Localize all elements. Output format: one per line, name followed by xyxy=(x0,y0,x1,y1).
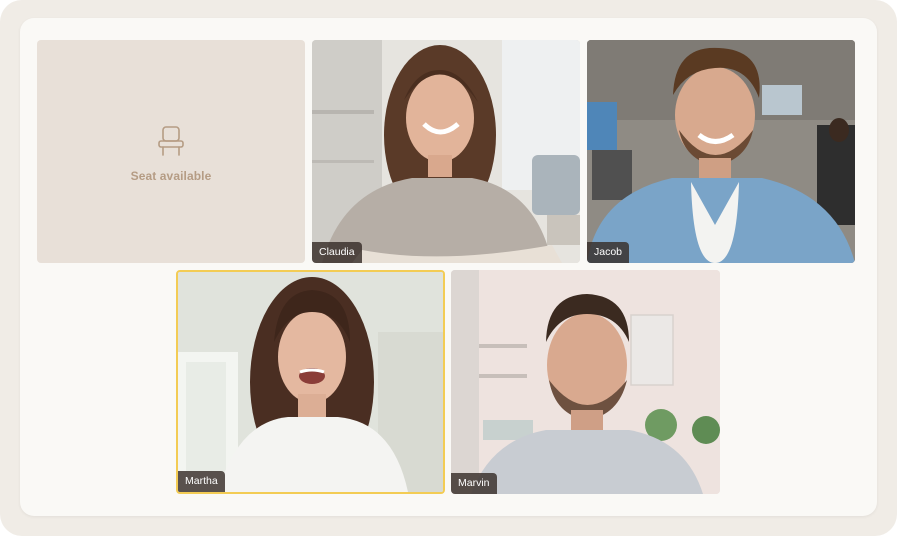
participant-tile-martha[interactable]: Martha xyxy=(176,270,445,494)
app-frame: Seat available Claudia Jacob Martha Marv… xyxy=(0,0,897,536)
participant-name-claudia: Claudia xyxy=(312,242,362,263)
empty-seat-tile[interactable]: Seat available xyxy=(37,40,305,263)
participant-video-marvin xyxy=(451,270,720,494)
participant-video-martha xyxy=(178,272,443,492)
participant-tile-claudia[interactable]: Claudia xyxy=(312,40,580,263)
participant-name-martha: Martha xyxy=(178,471,225,492)
participant-video-claudia xyxy=(312,40,580,263)
participant-tile-jacob[interactable]: Jacob xyxy=(587,40,855,263)
seat-available-label: Seat available xyxy=(130,168,212,183)
video-grid: Seat available Claudia Jacob Martha Marv… xyxy=(20,18,877,516)
participant-name-marvin: Marvin xyxy=(451,473,497,494)
participant-tile-marvin[interactable]: Marvin xyxy=(451,270,720,494)
chair-icon xyxy=(158,125,184,156)
participant-video-jacob xyxy=(587,40,855,263)
participant-name-jacob: Jacob xyxy=(587,242,630,263)
